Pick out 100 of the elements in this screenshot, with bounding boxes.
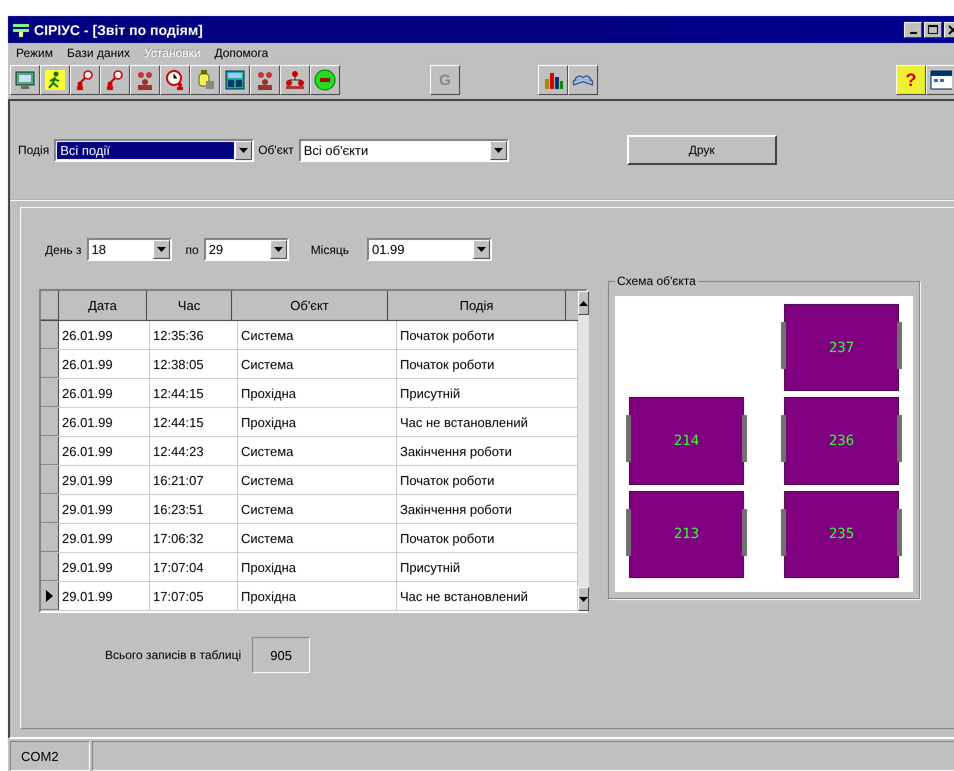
toolbar-button[interactable] (160, 65, 190, 95)
table-cell: 26.01.99 (59, 350, 150, 378)
scroll-up-icon (579, 300, 588, 306)
event-dropdown[interactable]: Всі події (54, 138, 254, 162)
table-cell: Прохідна (238, 582, 397, 610)
hierarchy-icon (284, 69, 306, 91)
table-cell: Система (238, 437, 397, 465)
minimize-icon (910, 32, 916, 34)
scroll-down-icon (579, 596, 588, 602)
scheme-title: Схема об'єкта (615, 274, 698, 288)
table-cell: 12:44:15 (150, 408, 238, 436)
month-label: Місяць (310, 242, 349, 256)
total-count: 905 (252, 637, 310, 673)
table-row[interactable]: 29.01.99 16:23:51 Система Закінчення роботи (41, 495, 578, 524)
toolbar-button[interactable] (190, 65, 220, 95)
table-row[interactable]: 29.01.99 17:07:04 Прохідна Присутній (41, 553, 578, 582)
day-from-label: День з (45, 242, 82, 256)
calendar-icon (930, 69, 952, 91)
help-button[interactable]: ? (896, 65, 926, 95)
table-cell: 29.01.99 (59, 495, 150, 523)
current-row-arrow-icon (46, 590, 53, 602)
toolbar-button[interactable] (280, 65, 310, 95)
table-row[interactable]: 29.01.99 16:21:07 Система Початок роботи (41, 466, 578, 495)
dropdown-arrow-icon (494, 148, 503, 152)
toolbar-button[interactable] (926, 65, 954, 95)
table-cell: 17:06:32 (150, 524, 238, 552)
table-cell: 26.01.99 (59, 379, 150, 407)
status-port: COM2 (10, 741, 90, 771)
dropdown-arrow-icon (156, 247, 166, 252)
object-label: Об'єкт (258, 143, 294, 157)
table-cell: 26.01.99 (59, 437, 150, 465)
dropdown-arrow-icon (476, 247, 486, 252)
book-icon (573, 74, 593, 86)
column-header[interactable]: Подія (388, 291, 566, 320)
table-cell: Система (238, 495, 397, 523)
table-cell: 29.01.99 (59, 582, 150, 610)
menu-item[interactable]: Режим (16, 46, 53, 60)
clock-icon (164, 69, 186, 91)
table-cell: 17:07:04 (150, 553, 238, 581)
column-header[interactable]: Дата (59, 291, 147, 320)
table-row[interactable]: 29.01.99 17:07:05 Прохідна Час не встановлений (41, 582, 578, 611)
toolbar-button[interactable] (70, 65, 100, 95)
column-header[interactable]: Час (147, 291, 232, 320)
table-cell: 16:23:51 (150, 495, 238, 523)
table-cell: 12:44:15 (150, 379, 238, 407)
status-light-icon (314, 69, 336, 91)
table-cell: 12:38:05 (150, 350, 238, 378)
room[interactable]: 213 (629, 490, 744, 578)
table-cell: 29.01.99 (59, 524, 150, 552)
app-icon (12, 22, 30, 38)
table-cell: 29.01.99 (59, 553, 150, 581)
menu-item[interactable]: Допомога (214, 46, 268, 60)
table-cell: Прохідна (238, 408, 397, 436)
table-row[interactable]: 26.01.99 12:44:15 Прохідна Присутній (41, 379, 578, 408)
table-cell: 29.01.99 (59, 466, 150, 494)
menu-item[interactable]: Бази даних (67, 46, 130, 60)
table-cell: 12:35:36 (150, 321, 238, 349)
table-row[interactable]: 26.01.99 12:44:23 Система Закінчення роботи (41, 437, 578, 466)
table-row[interactable]: 29.01.99 17:06:32 Система Початок роботи (41, 524, 578, 553)
toolbar-button[interactable] (130, 65, 160, 95)
minimize-button[interactable] (904, 22, 922, 38)
table-cell: 16:21:07 (150, 466, 238, 494)
table-cell: Система (238, 524, 397, 552)
maximize-button[interactable] (924, 22, 942, 38)
maximize-icon (928, 24, 938, 34)
table-cell: 12:44:23 (150, 437, 238, 465)
object-dropdown[interactable]: Всі об'єкти (298, 138, 509, 162)
room[interactable]: 214 (629, 397, 744, 485)
column-header[interactable]: Об'єкт (232, 291, 388, 320)
table-row[interactable]: 26.01.99 12:44:15 Прохідна Час не встановлений (41, 408, 578, 437)
day-to-dropdown[interactable]: 29 (204, 238, 289, 261)
month-dropdown[interactable]: 01.99 (366, 238, 492, 261)
toolbar-button[interactable] (220, 65, 250, 95)
table-row[interactable]: 26.01.99 12:35:36 Система Початок роботи (41, 321, 578, 350)
toolbar-button[interactable] (568, 65, 598, 95)
room[interactable]: 236 (784, 397, 899, 485)
monitor-icon (14, 69, 36, 91)
room[interactable]: 237 (784, 304, 899, 392)
window-title: СІРІУС - [Звіт по подіям] (34, 22, 203, 38)
toolbar-button[interactable] (250, 65, 280, 95)
day-from-dropdown[interactable]: 18 (86, 238, 172, 261)
toolbar-button[interactable] (10, 65, 40, 95)
total-label: Всього записів в таблиці (105, 648, 242, 662)
table-cell: Система (238, 350, 397, 378)
table-row[interactable]: 26.01.99 12:38:05 Система Початок роботи (41, 350, 578, 379)
table-cell: 26.01.99 (59, 321, 150, 349)
screen-icon (224, 69, 246, 91)
table-cell: Система (238, 466, 397, 494)
scrollbar[interactable] (578, 291, 589, 611)
room[interactable]: 235 (784, 490, 899, 578)
table-cell: 17:07:05 (150, 582, 238, 610)
print-button[interactable]: Друк (626, 135, 777, 165)
toolbar-button[interactable] (100, 65, 130, 95)
day-to-label: по (186, 242, 199, 256)
dropdown-arrow-icon (239, 148, 248, 152)
toolbar-button[interactable] (538, 65, 568, 95)
toolbar-button[interactable] (310, 65, 340, 95)
table-cell: Прохідна (238, 553, 397, 581)
running-figure-icon (44, 69, 66, 91)
toolbar-button[interactable] (40, 65, 70, 95)
